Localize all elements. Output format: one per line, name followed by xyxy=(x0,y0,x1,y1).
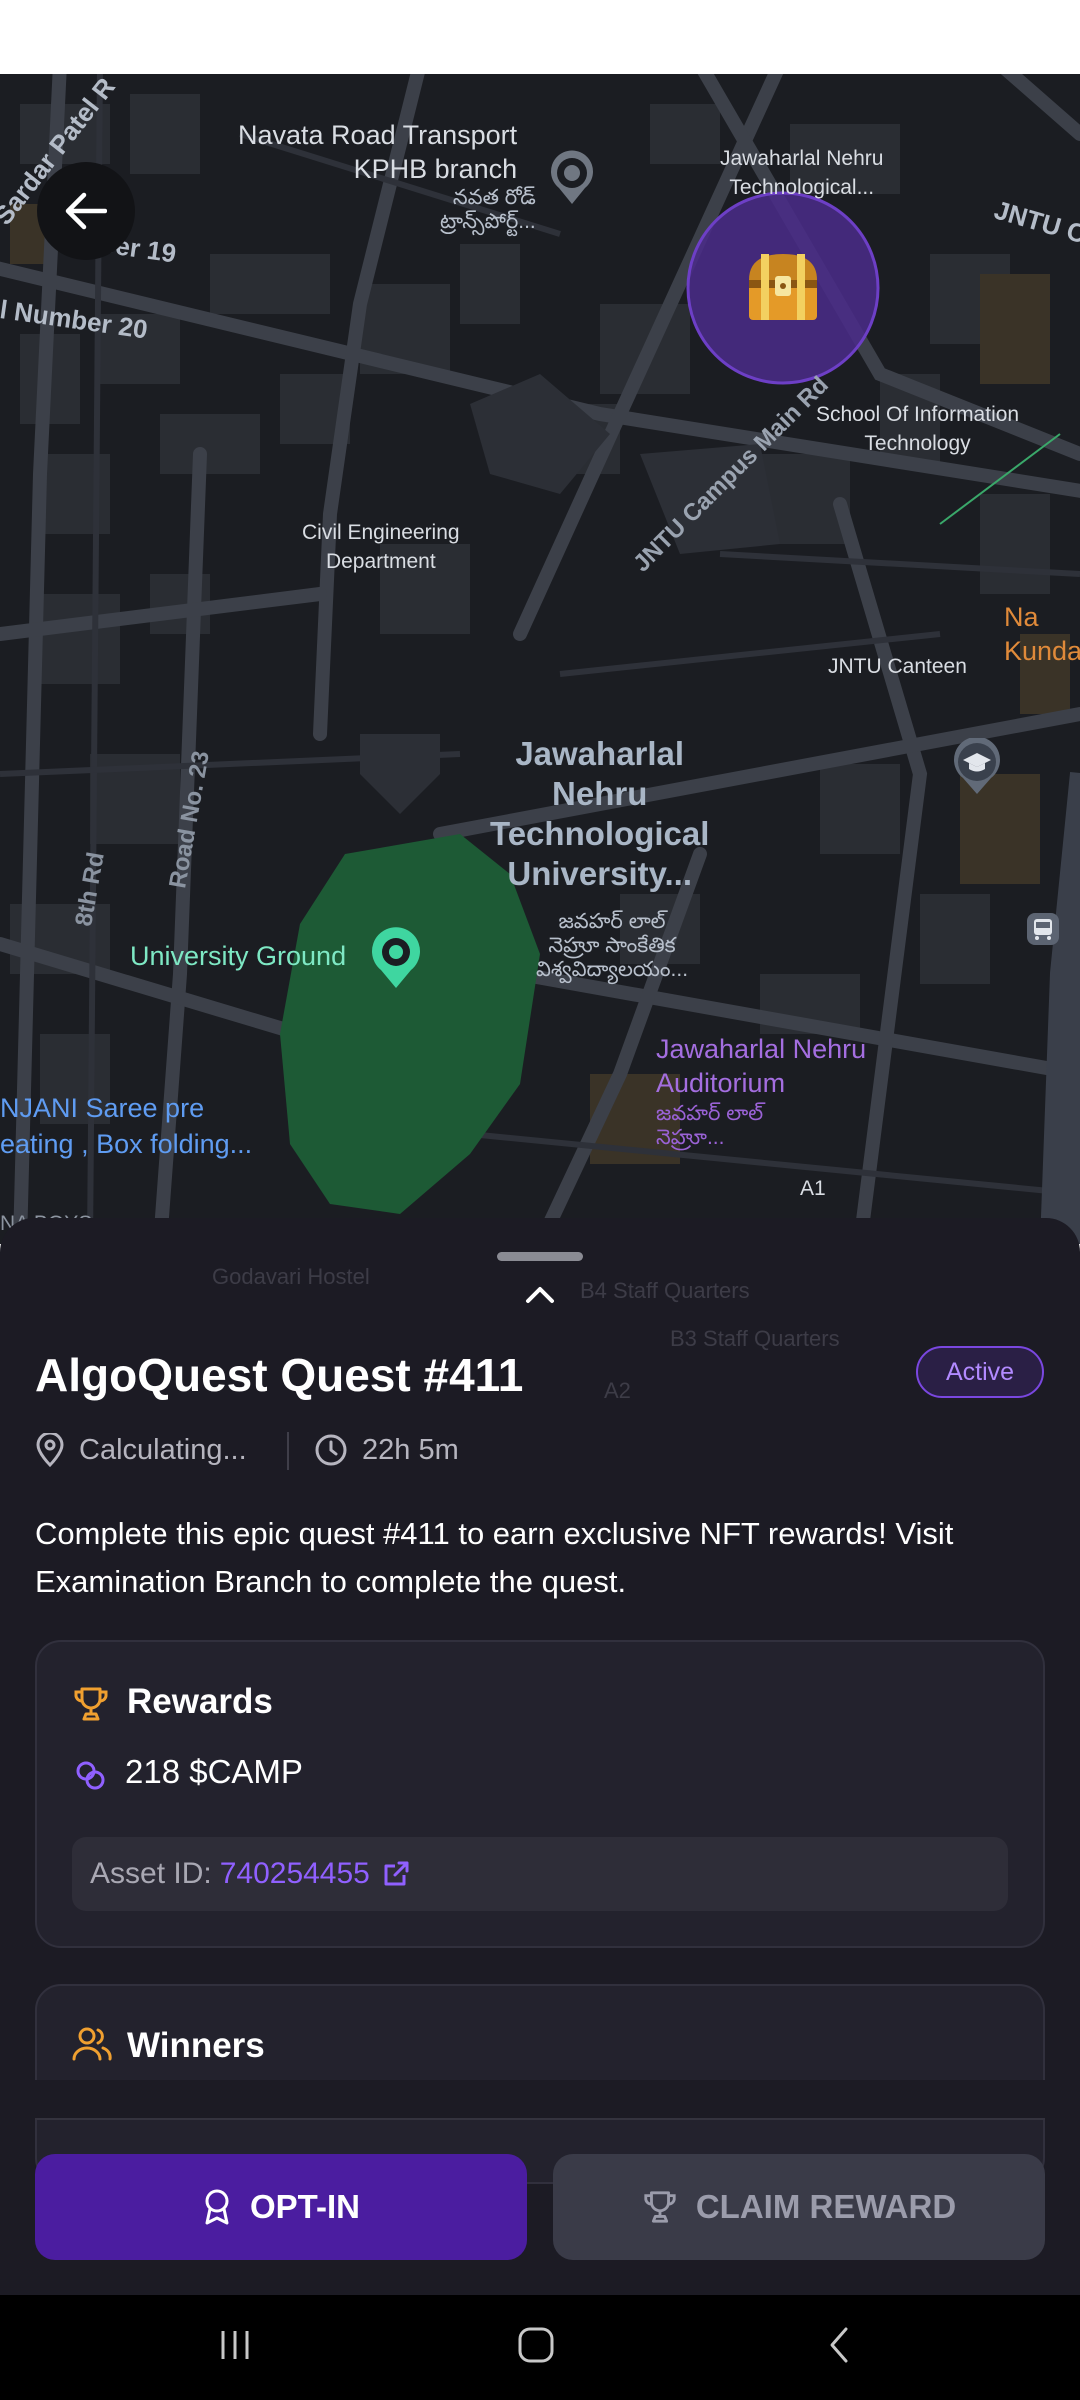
ghost-label-b4: B4 Staff Quarters xyxy=(580,1278,750,1303)
trophy-icon xyxy=(644,2191,676,2223)
map-label-auditorium: Jawaharlal Nehru Auditorium xyxy=(656,1034,867,1098)
map-label-school-it: School Of Information Technology xyxy=(816,403,1020,455)
asset-id-link[interactable]: 740254455 xyxy=(220,1857,370,1891)
map-label-university-telugu: జవహర్ లాల్ నెహ్రూ సాంకేతిక విశ్వవిద్యాలయ… xyxy=(536,910,689,981)
rewards-heading: Rewards xyxy=(127,1682,273,1721)
chevron-up-icon[interactable] xyxy=(523,1281,557,1307)
map-label-civil-eng: Civil Engineering Department xyxy=(302,521,460,573)
map-label-saree-shop: NJANI Saree pre eating , Box folding... xyxy=(0,1093,253,1159)
location-meta: Calculating... xyxy=(35,1430,247,1470)
external-link-icon[interactable] xyxy=(382,1860,410,1888)
map-label-na-kunda: Na Kunda xyxy=(1004,602,1080,666)
map-label-jntu-tech: Jawaharlal Nehru Technological... xyxy=(720,147,884,199)
map-label-a1: A1 xyxy=(800,1177,826,1200)
map-view[interactable]: Navata Road Transport KPHB branch నవత రో… xyxy=(0,74,1080,1244)
map-pin-icon xyxy=(36,1433,64,1467)
coins-icon xyxy=(76,1761,105,1790)
back-arrow-icon xyxy=(65,192,107,230)
meta-divider xyxy=(287,1432,289,1470)
recent-apps-icon[interactable] xyxy=(215,2325,255,2365)
quest-detail-sheet: Godavari Hostel B4 Staff Quarters B3 Sta… xyxy=(0,1218,1080,2295)
map-label-university-ground: University Ground xyxy=(130,941,347,971)
map-label-navata: Navata Road Transport KPHB branch xyxy=(238,120,518,184)
ghost-label-a2: A2 xyxy=(604,1378,631,1403)
winners-heading: Winners xyxy=(127,2026,265,2065)
rewards-card: Rewards 218 $CAMP Asset ID: 740254455 xyxy=(35,1640,1045,1948)
users-icon xyxy=(72,2027,112,2061)
claim-reward-label: CLAIM REWARD xyxy=(695,2188,957,2225)
asset-id-label: Asset ID: xyxy=(90,1857,212,1890)
quest-title: AlgoQuest Quest #411 xyxy=(35,1349,524,1401)
map-label-auditorium-telugu: జవహర్ లాల్ నెహ్రూ... xyxy=(656,1102,764,1149)
quest-description: Complete this epic quest #411 to earn ex… xyxy=(35,1516,954,1599)
map-label-university: Jawaharlal Nehru Technological Universit… xyxy=(490,735,710,892)
time-left: 22h 5m xyxy=(362,1433,459,1466)
home-icon[interactable] xyxy=(516,2325,556,2365)
system-nav-bar xyxy=(0,2295,1080,2400)
ghost-label-godavari: Godavari Hostel xyxy=(212,1264,370,1289)
clock-icon xyxy=(315,1434,347,1466)
map-label-navata-telugu: నవత రోడ్ ట్రాన్స్‌పోర్ట్... xyxy=(440,186,536,233)
sheet-footer-mask xyxy=(0,2080,1080,2118)
ghost-label-b3: B3 Staff Quarters xyxy=(670,1326,840,1351)
sheet-drag-handle[interactable] xyxy=(497,1252,583,1261)
footer-divider xyxy=(35,2118,1045,2120)
trophy-icon xyxy=(74,1687,108,1721)
location-text: Calculating... xyxy=(79,1433,247,1466)
claim-reward-button[interactable]: CLAIM REWARD xyxy=(553,2154,1045,2260)
system-back-icon[interactable] xyxy=(820,2325,860,2365)
status-bar xyxy=(0,0,1080,74)
opt-in-label: OPT-IN xyxy=(249,2188,360,2225)
status-badge: Active xyxy=(916,1346,1044,1398)
back-button[interactable] xyxy=(37,162,135,260)
asset-id-box: Asset ID: 740254455 xyxy=(72,1837,1008,1911)
map-label-canteen: JNTU Canteen xyxy=(828,655,967,678)
time-meta: 22h 5m xyxy=(314,1430,459,1470)
reward-amount: 218 $CAMP xyxy=(125,1753,303,1790)
opt-in-button[interactable]: OPT-IN xyxy=(35,2154,527,2260)
medal-icon xyxy=(205,2189,229,2225)
